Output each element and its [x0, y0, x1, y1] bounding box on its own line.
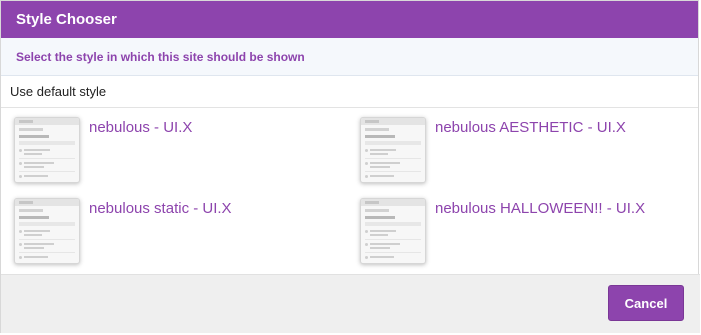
style-thumbnail[interactable] [14, 198, 80, 264]
style-option-nebulous[interactable]: nebulous - UI.X [14, 117, 344, 191]
style-option-nebulous-aesthetic[interactable]: nebulous AESTHETIC - UI.X [360, 117, 690, 191]
cancel-button[interactable]: Cancel [608, 285, 684, 321]
style-option-label[interactable]: nebulous HALLOWEEN!! - UI.X [435, 200, 645, 217]
style-option-nebulous-static[interactable]: nebulous static - UI.X [14, 198, 344, 272]
style-chooser-dialog: Style Chooser Select the style in which … [0, 0, 700, 333]
style-option-label[interactable]: nebulous - UI.X [89, 119, 192, 136]
style-thumbnail[interactable] [14, 117, 80, 183]
dialog-title: Style Chooser [1, 1, 698, 38]
style-thumbnail[interactable] [360, 117, 426, 183]
style-option-label[interactable]: nebulous static - UI.X [89, 200, 232, 217]
style-option-nebulous-halloween[interactable]: nebulous HALLOWEEN!! - UI.X [360, 198, 690, 272]
dialog-footer: Cancel [1, 274, 700, 333]
dialog-subtitle: Select the style in which this site shou… [1, 38, 698, 76]
style-list: nebulous - UI.X nebulous AESTHETIC - UI.… [1, 108, 698, 273]
style-thumbnail[interactable] [360, 198, 426, 264]
style-option-label[interactable]: nebulous AESTHETIC - UI.X [435, 119, 626, 136]
default-style-option[interactable]: Use default style [1, 76, 698, 108]
